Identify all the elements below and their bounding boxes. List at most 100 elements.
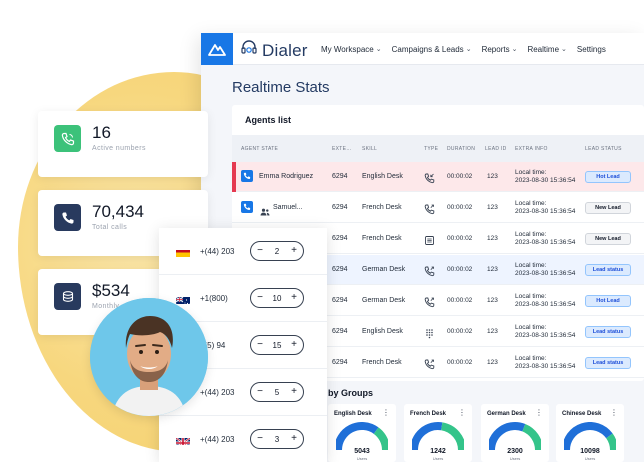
group-name: English Desk [334,411,372,417]
group-name: Chinese Desk [562,411,602,417]
stat-value: $534 [92,281,130,300]
increment-button[interactable]: + [289,387,299,397]
decrement-button[interactable]: − [255,434,265,444]
group-name: French Desk [410,411,447,417]
nav-label: My Workspace [321,44,374,54]
spain-flag-icon [176,247,190,257]
lead-status-badge[interactable]: Lead status [585,357,631,369]
stage: Dialer My Workspace ⌄ Campaigns & Leads ⌄ … [0,0,644,462]
increment-button[interactable]: + [289,434,299,444]
col-skill[interactable]: SKILL [362,146,377,152]
quantity-stepper: − 3 + [250,429,304,449]
col-lead-id[interactable]: LEAD ID [485,146,507,152]
lead-status-badge[interactable]: New Lead [585,233,631,245]
group-card[interactable]: English Desk ⋮ 5043 Users [328,404,396,462]
kebab-menu-icon[interactable]: ⋮ [382,409,390,417]
phone-out-icon [424,295,435,308]
skill: French Desk [362,204,402,211]
decrement-button[interactable]: − [255,387,265,397]
group-name: German Desk [487,411,526,417]
lead-status-badge[interactable]: Hot Lead [585,171,631,183]
australia-flag-icon [176,294,190,304]
increment-button[interactable]: + [289,246,299,256]
increment-button[interactable]: + [289,340,299,350]
keypad-icon [424,326,435,339]
col-agent-state[interactable]: AGENT STATE [241,146,278,152]
skill: English Desk [362,328,403,335]
extra-info: Local time: 2023-08-30 15:36:54 [515,169,576,184]
phone-agent-icon [241,201,253,213]
quantity-value[interactable]: 5 [275,388,279,397]
stat-value: 70,434 [92,202,144,221]
headset-icon [241,39,257,62]
nav-label: Settings [576,44,606,54]
col-lead-status[interactable]: LEAD STATUS [585,146,622,152]
number-prefix: +(44) 203 [200,247,235,256]
lead-id: 123 [487,359,498,366]
skill: French Desk [362,359,402,366]
col-extension[interactable]: EXTE… [332,146,352,152]
extension: 6294 [332,173,348,180]
group-card[interactable]: Chinese Desk ⋮ 10098 Users [556,404,624,462]
nav-my-workspace[interactable]: My Workspace ⌄ [321,45,382,54]
quantity-value[interactable]: 10 [273,294,282,303]
group-value: 10098 [580,448,600,455]
extra-info: Local time: 2023-08-30 15:36:54 [515,262,576,277]
lead-id: 123 [487,266,498,273]
agents-list-title: Agents list [245,115,292,125]
group-value: 5043 [354,448,370,455]
duration: 00:00:02 [447,359,473,366]
skill: German Desk [362,266,406,273]
quantity-value[interactable]: 15 [273,341,282,350]
list-icon [424,233,435,245]
nav-realtime[interactable]: Realtime ⌄ [527,45,566,54]
user-avatar [90,298,208,416]
lead-status-badge[interactable]: New Lead [585,202,631,214]
col-duration[interactable]: DURATION [447,146,475,152]
col-extra-info[interactable]: EXTRA INFO [515,146,548,152]
quantity-value[interactable]: 3 [275,435,279,444]
table-row[interactable]: Samuel... 6294 French Desk 00:00:02 123 Local… [232,193,644,223]
group-value-label: Users [432,456,444,461]
agent-name: Emma Rodriguez [259,173,314,180]
extra-info: Local time: 2023-08-30 15:36:54 [515,231,576,246]
phone-in-icon [424,171,435,184]
kebab-menu-icon[interactable]: ⋮ [610,409,618,417]
kebab-menu-icon[interactable]: ⋮ [458,409,466,417]
col-type[interactable]: TYPE [424,146,438,152]
brand[interactable]: Dialer [241,39,308,62]
nav-reports[interactable]: Reports ⌄ [482,45,518,54]
decrement-button[interactable]: − [255,340,265,350]
lead-status-badge[interactable]: Hot Lead [585,295,631,307]
lead-status-badge[interactable]: Lead status [585,326,631,338]
decrement-button[interactable]: − [255,246,265,256]
nav-campaigns-leads[interactable]: Campaigns & Leads ⌄ [392,45,472,54]
quantity-value[interactable]: 2 [275,247,279,256]
uk-flag-icon [176,435,190,445]
extension: 6294 [332,235,348,242]
nav-label: Campaigns & Leads [391,44,464,54]
stat-card-active-numbers[interactable]: 16 Active numbers [38,111,208,177]
nav-settings[interactable]: Settings [577,45,606,54]
nav-label: Realtime [527,44,560,54]
decrement-button[interactable]: − [255,293,265,303]
agent-name: Samuel... [273,204,303,211]
extra-info: Local time: 2023-08-30 15:36:54 [515,355,576,370]
top-navigation-bar: Dialer My Workspace ⌄ Campaigns & Leads ⌄ … [201,33,644,65]
group-card[interactable]: French Desk ⋮ 1242 Users [404,404,472,462]
number-row: +(44) 203 − 2 + [159,228,327,275]
group-card[interactable]: German Desk ⋮ 2300 Users [481,404,549,462]
chevron-down-icon: ⌄ [375,46,382,53]
number-prefix: +(44) 203 [200,388,235,397]
duration: 00:00:02 [447,235,473,242]
skill: German Desk [362,297,406,304]
stat-label: Active numbers [92,145,146,152]
group-value: 1242 [430,448,446,455]
app-logo-icon[interactable] [201,33,233,65]
extension: 6294 [332,297,348,304]
lead-status-badge[interactable]: Lead status [585,264,631,276]
increment-button[interactable]: + [289,293,299,303]
group-value-label: Users [584,456,596,461]
table-row[interactable]: Emma Rodriguez 6294 English Desk 00:00:02 12… [232,162,644,192]
kebab-menu-icon[interactable]: ⋮ [535,409,543,417]
